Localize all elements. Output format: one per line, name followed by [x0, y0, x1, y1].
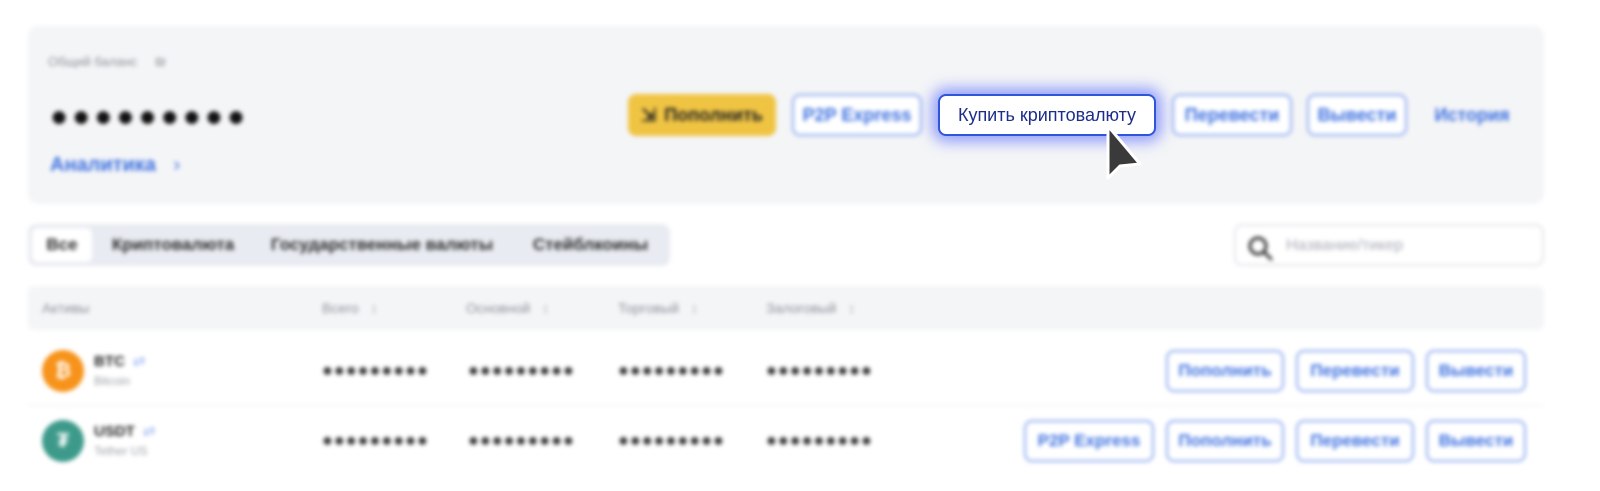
header-collateral[interactable]: Залоговый ↕ — [766, 300, 855, 316]
header-total[interactable]: Всего ↕ — [322, 300, 378, 316]
total-balance-label-text: Общий баланс — [48, 54, 138, 69]
search-placeholder: Название/тикер — [1286, 237, 1404, 254]
history-link[interactable]: История — [1424, 94, 1520, 136]
transfer-button[interactable]: Перевести — [1172, 94, 1292, 136]
row-transfer-button[interactable]: Перевести — [1296, 420, 1414, 462]
row-withdraw-button[interactable]: Вывести — [1426, 420, 1526, 462]
eye-off-icon[interactable]: ₪ — [155, 54, 166, 69]
header-assets: Активы — [42, 300, 90, 316]
assets-table-header: Активы Всего ↕ Основной ↕ Торговый ↕ Залого… — [28, 286, 1544, 330]
coin-ticker-label: USDT — [94, 423, 135, 440]
main-value: ●●●●●●●●● — [468, 430, 575, 450]
table-row: ₮ USDT ⇄ Tether US ●●●●●●●●● ●●●●●●●●● ●●… — [28, 406, 1544, 476]
tab-fiat[interactable]: Государственные валюты — [256, 228, 508, 262]
table-row: ₿ BTC ⇄ Bitcoin ●●●●●●●●● ●●●●●●●●● ●●●●●… — [28, 336, 1544, 406]
deposit-button-label: Пополнить — [664, 104, 763, 125]
btc-logo-icon: ₿ — [42, 350, 84, 392]
analytics-link-label: Аналитика — [50, 154, 156, 176]
deposit-button[interactable]: ⇲ Пополнить — [628, 94, 776, 136]
header-main[interactable]: Основной ↕ — [466, 300, 549, 316]
row-withdraw-button[interactable]: Вывести — [1426, 350, 1526, 392]
total-value: ●●●●●●●●● — [322, 360, 429, 380]
sort-icon: ↕ — [370, 300, 378, 316]
header-trading-label: Торговый — [618, 300, 679, 316]
header-main-label: Основной — [466, 300, 531, 316]
search-icon — [1248, 236, 1273, 261]
tab-all[interactable]: Все — [32, 228, 92, 262]
trading-value: ●●●●●●●●● — [618, 360, 725, 380]
sort-icon: ↕ — [848, 300, 856, 316]
search-field[interactable]: Название/тикер — [1234, 224, 1544, 266]
analytics-link[interactable]: Аналитика › — [50, 154, 180, 177]
sort-icon: ↕ — [542, 300, 550, 316]
row-p2p-express-button[interactable]: P2P Express — [1024, 420, 1154, 462]
header-total-label: Всего — [322, 300, 359, 316]
total-value: ●●●●●●●●● — [322, 430, 429, 450]
row-transfer-button[interactable]: Перевести — [1296, 350, 1414, 392]
row-deposit-button[interactable]: Пополнить — [1166, 420, 1284, 462]
p2p-express-button[interactable]: P2P Express — [792, 94, 922, 136]
coin-ticker-label: BTC — [94, 353, 125, 370]
mouse-cursor-icon — [1106, 124, 1142, 180]
deposit-icon: ⇲ — [641, 104, 657, 125]
link-icon[interactable]: ⇄ — [133, 353, 146, 370]
withdraw-button[interactable]: Вывести — [1307, 94, 1407, 136]
header-trading[interactable]: Торговый ↕ — [618, 300, 698, 316]
hidden-balance-value: ●●●●●●●●● — [50, 100, 250, 133]
collateral-value: ●●●●●●●●● — [766, 430, 873, 450]
coin-name: Bitcoin — [94, 374, 131, 388]
usdt-logo-icon: ₮ — [42, 420, 84, 462]
coin-name: Tether US — [94, 444, 148, 458]
coin-ticker: USDT ⇄ — [94, 422, 155, 440]
main-value: ●●●●●●●●● — [468, 360, 575, 380]
coin-ticker: BTC ⇄ — [94, 352, 145, 370]
tab-stablecoins[interactable]: Стейблкоины — [518, 228, 663, 262]
trading-value: ●●●●●●●●● — [618, 430, 725, 450]
link-icon[interactable]: ⇄ — [143, 423, 156, 440]
header-collateral-label: Залоговый — [766, 300, 837, 316]
chevron-right-icon: › — [173, 154, 181, 176]
sort-icon: ↕ — [690, 300, 698, 316]
total-balance-label: Общий баланс ₪ — [48, 54, 166, 69]
row-deposit-button[interactable]: Пополнить — [1166, 350, 1284, 392]
tab-crypto[interactable]: Криптовалюта — [98, 228, 248, 262]
asset-type-tabs: Все Криптовалюта Государственные валюты … — [28, 224, 670, 266]
collateral-value: ●●●●●●●●● — [766, 360, 873, 380]
